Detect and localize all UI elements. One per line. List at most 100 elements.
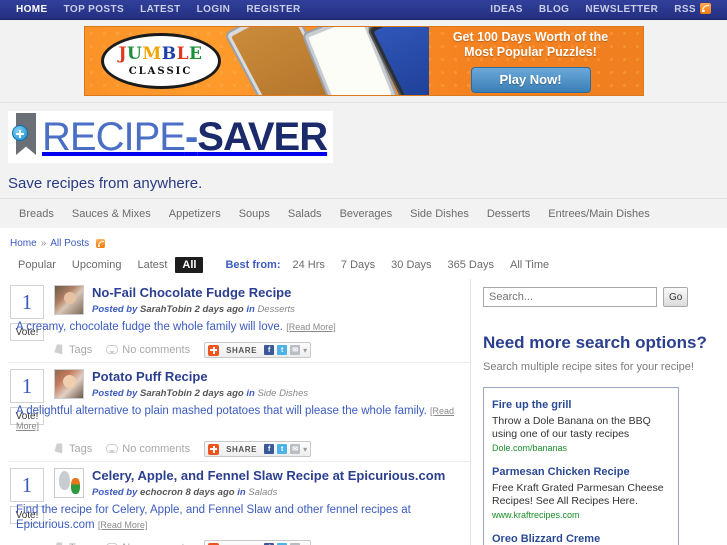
logo-word-saver: SAVER (197, 115, 328, 159)
post-title-link[interactable]: Potato Puff Recipe (92, 369, 470, 385)
post-author[interactable]: echocron (140, 487, 183, 498)
post-title-link[interactable]: No-Fail Chocolate Fudge Recipe (92, 285, 470, 301)
read-more-link[interactable]: [Read More] (98, 520, 148, 530)
category-entrees-main-dishes[interactable]: Entrees/Main Dishes (539, 208, 659, 220)
tag-icon (52, 441, 68, 457)
nav-newsletter[interactable]: NEWSLETTER (577, 0, 666, 19)
post-body: No-Fail Chocolate Fudge Recipe Posted by… (16, 285, 470, 358)
ad-title-link[interactable]: Fire up the grill (492, 399, 571, 411)
post-filter-bar: Popular Upcoming Latest All Best from: 2… (0, 249, 727, 279)
facebook-icon[interactable]: f (264, 345, 275, 355)
post-category[interactable]: Side Dishes (257, 388, 308, 399)
read-more-link[interactable]: [Read More] (286, 322, 336, 332)
jumble-letter-l: L (176, 43, 190, 64)
filter-upcoming[interactable]: Upcoming (64, 257, 130, 273)
posted-by-label: Posted by (92, 487, 138, 498)
vote-count: 1 (10, 285, 44, 319)
jumble-letter-u: U (127, 43, 143, 64)
tags-link[interactable]: Tags (54, 344, 92, 356)
comments-link[interactable]: No comments (106, 443, 190, 455)
nav-login[interactable]: LOGIN (189, 0, 239, 19)
range-all-time[interactable]: All Time (502, 257, 557, 273)
nav-home[interactable]: HOME (8, 0, 56, 19)
nav-rss[interactable]: RSS (666, 0, 719, 19)
post-description: A delightful alternative to plain mashed… (16, 404, 470, 434)
comments-link[interactable]: No comments (106, 344, 190, 356)
filter-popular[interactable]: Popular (10, 257, 64, 273)
more-share-icon[interactable]: ▾ (303, 445, 307, 454)
facebook-icon[interactable]: f (264, 444, 275, 454)
jumble-letter-b: B (161, 43, 177, 64)
comments-label: No comments (122, 344, 191, 356)
post-header: Potato Puff Recipe Posted by SarahTobin … (54, 369, 470, 399)
in-label: in (237, 487, 246, 498)
sidebar-subtext: Search multiple recipe sites for your re… (483, 361, 694, 373)
rss-icon[interactable] (96, 239, 106, 248)
content-columns: 1 Vote! No-Fail Chocolate Fudge Recipe P… (0, 279, 727, 545)
sidebar-heading: Need more search options? (483, 333, 707, 352)
ad-title-link[interactable]: Oreo Blizzard Creme (492, 533, 600, 545)
breadcrumb-all-posts[interactable]: All Posts (50, 238, 89, 249)
tags-link[interactable]: Tags (54, 443, 92, 455)
category-soups[interactable]: Soups (230, 208, 279, 220)
email-icon[interactable]: ✉ (290, 345, 301, 355)
category-appetizers[interactable]: Appetizers (160, 208, 230, 220)
post-category[interactable]: Salads (248, 487, 277, 498)
nav-blog[interactable]: BLOG (531, 0, 578, 19)
nav-latest[interactable]: LATEST (132, 0, 189, 19)
more-share-icon[interactable]: ▾ (303, 346, 307, 355)
category-breads[interactable]: Breads (10, 208, 63, 220)
category-desserts[interactable]: Desserts (478, 208, 539, 220)
post-time: 2 days ago (194, 388, 244, 399)
page-root: HOME TOP POSTS LATEST LOGIN REGISTER IDE… (0, 0, 727, 545)
jumble-classic-banner-ad[interactable]: JUMBLE CLASSIC Get 100 Days Worth of the… (83, 26, 644, 96)
site-logo[interactable]: RECIPE-SAVER (8, 111, 334, 163)
share-widget[interactable]: SHARE f t ✉ ▾ (204, 441, 312, 457)
jumble-subtitle: CLASSIC (128, 65, 193, 77)
post-author[interactable]: SarahTobin (140, 388, 192, 399)
search-input[interactable] (483, 287, 657, 307)
range-365-days[interactable]: 365 Days (440, 257, 502, 273)
tags-label: Tags (69, 443, 93, 455)
range-24-hrs[interactable]: 24 Hrs (285, 257, 333, 273)
banner-ad-region: JUMBLE CLASSIC Get 100 Days Worth of the… (0, 20, 727, 103)
post-author[interactable]: SarahTobin (140, 304, 192, 315)
twitter-icon[interactable]: t (277, 345, 288, 355)
category-salads[interactable]: Salads (279, 208, 331, 220)
comment-icon (106, 444, 119, 453)
main-content: Home » All Posts Popular Upcoming Latest… (0, 228, 727, 545)
site-logo-band: RECIPE-SAVER Save recipes from anywhere. (0, 103, 727, 198)
filter-latest[interactable]: Latest (129, 257, 175, 273)
post-item: 1 Vote! Celery, Apple, and Fennel Slaw R… (8, 461, 470, 545)
bookmark-plus-icon (12, 113, 38, 161)
filter-all[interactable]: All (175, 257, 204, 273)
avatar (54, 369, 84, 399)
post-category[interactable]: Desserts (257, 304, 294, 315)
nav-ideas[interactable]: IDEAS (482, 0, 531, 19)
tag-icon (52, 342, 68, 358)
top-navigation-bar: HOME TOP POSTS LATEST LOGIN REGISTER IDE… (0, 0, 727, 20)
category-navigation: Breads Sauces & Mixes Appetizers Soups S… (0, 198, 727, 228)
twitter-icon[interactable]: t (277, 444, 288, 454)
search-go-button[interactable]: Go (663, 287, 689, 307)
post-footer: Tags No comments SHARE f t ✉ ▾ (54, 441, 470, 457)
email-icon[interactable]: ✉ (290, 444, 301, 454)
nav-register[interactable]: REGISTER (238, 0, 308, 19)
category-sauces-mixes[interactable]: Sauces & Mixes (63, 208, 160, 220)
category-beverages[interactable]: Beverages (331, 208, 402, 220)
range-30-days[interactable]: 30 Days (383, 257, 439, 273)
play-now-button[interactable]: Play Now! (470, 66, 591, 93)
post-title-link[interactable]: Celery, Apple, and Fennel Slaw Recipe at… (92, 468, 470, 484)
rss-icon (700, 3, 711, 14)
best-from-label: Best from: (225, 259, 281, 271)
ad-title-link[interactable]: Parmesan Chicken Recipe (492, 466, 630, 478)
post-body: Potato Puff Recipe Posted by SarahTobin … (16, 369, 470, 457)
range-7-days[interactable]: 7 Days (333, 257, 383, 273)
sidebar-ad-box: Fire up the grill Throw a Dole Banana on… (483, 387, 679, 545)
share-widget[interactable]: SHARE f t ✉ ▾ (204, 540, 312, 545)
nav-top-posts[interactable]: TOP POSTS (56, 0, 132, 19)
category-side-dishes[interactable]: Side Dishes (401, 208, 478, 220)
breadcrumb-home[interactable]: Home (10, 238, 37, 249)
share-widget[interactable]: SHARE f t ✉ ▾ (204, 342, 312, 358)
avatar (54, 468, 84, 498)
